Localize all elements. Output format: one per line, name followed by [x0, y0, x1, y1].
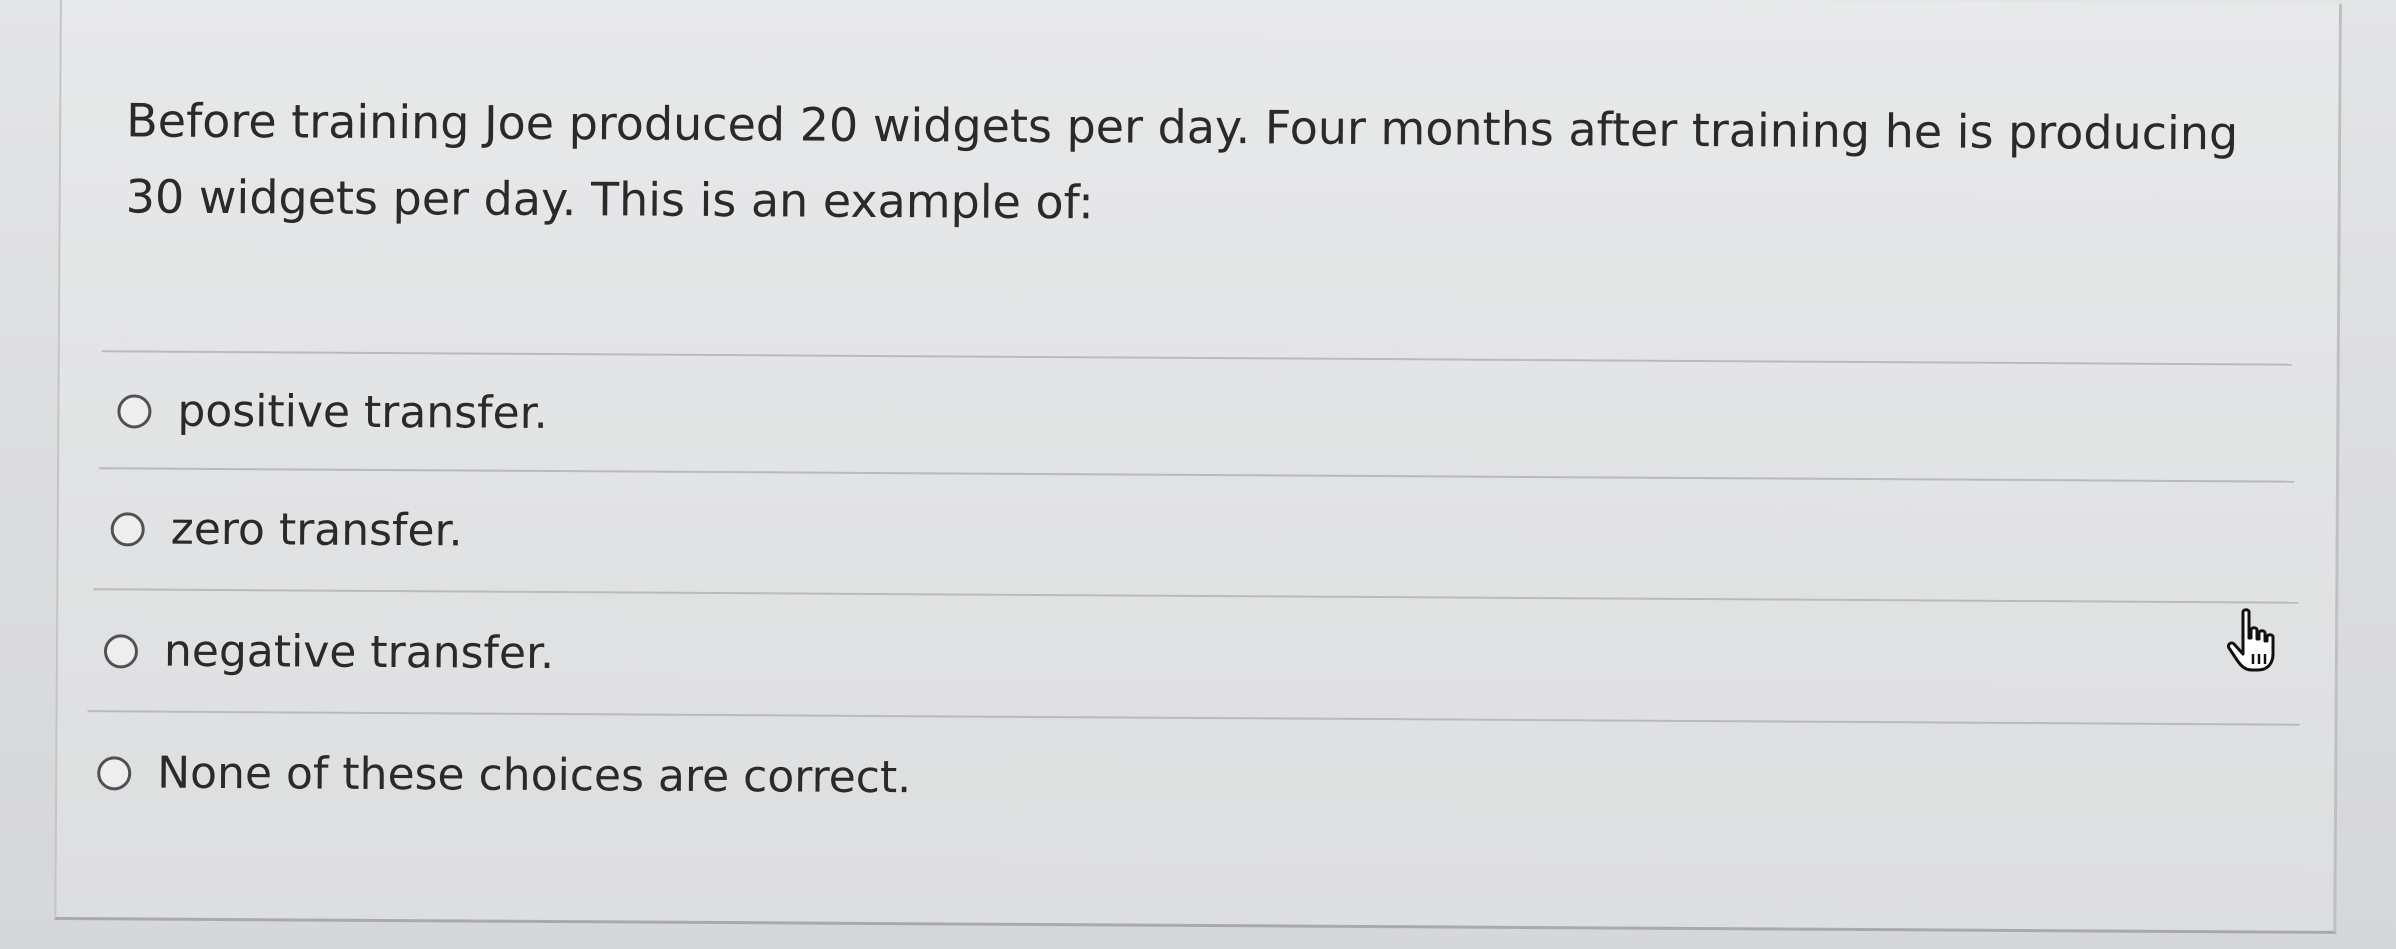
option-zero-transfer[interactable]: zero transfer.: [110, 503, 463, 557]
hand-pointer-icon: [2227, 608, 2275, 672]
radio-button[interactable]: [97, 755, 132, 790]
option-label: zero transfer.: [170, 503, 463, 557]
option-label: negative transfer.: [163, 625, 555, 680]
option-divider: [87, 710, 2300, 726]
screen: Before training Joe produced 20 widgets …: [0, 0, 2396, 949]
option-negative-transfer[interactable]: negative transfer.: [103, 625, 555, 680]
option-label: None of these choices are correct.: [157, 747, 912, 804]
question-card: Before training Joe produced 20 widgets …: [54, 0, 2342, 934]
radio-button[interactable]: [117, 393, 152, 429]
answer-options: positive transfer. zero transfer. negati…: [56, 0, 2339, 931]
option-divider: [99, 467, 2295, 483]
option-divider: [93, 588, 2299, 604]
radio-button[interactable]: [110, 511, 145, 547]
option-none-correct[interactable]: None of these choices are correct.: [97, 747, 911, 803]
option-positive-transfer[interactable]: positive transfer.: [117, 385, 548, 439]
radio-button[interactable]: [103, 633, 139, 668]
option-label: positive transfer.: [177, 385, 548, 439]
